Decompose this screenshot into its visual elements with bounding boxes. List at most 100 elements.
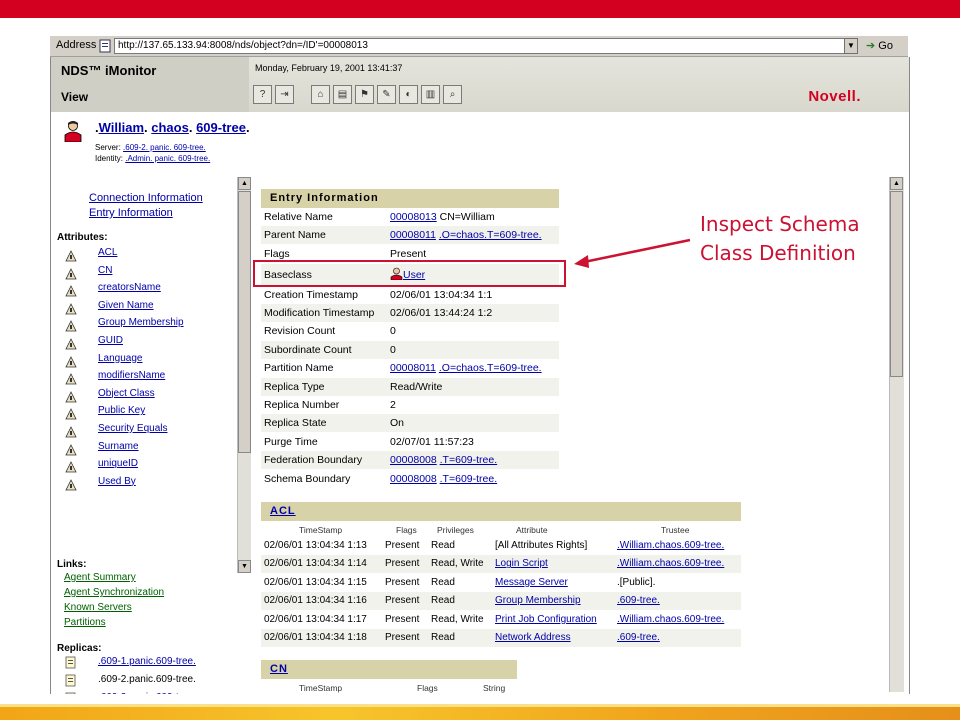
exit-icon[interactable]: ⇥ [275,85,294,104]
object-name-part-3[interactable]: 609-tree [196,120,246,135]
entry-info-link[interactable]: 00008011 [390,229,436,241]
attribute-link-1[interactable]: CN [98,265,112,276]
attribute-link-6[interactable]: Language [98,353,143,364]
nav-link-1[interactable]: Agent Synchronization [64,587,164,598]
attribute-icon [65,284,77,297]
nav-link-2[interactable]: Known Servers [64,602,132,613]
entry-info-link[interactable]: 00008011 [390,362,436,374]
entry-info-text: Present [390,247,427,260]
right-scroll-thumb[interactable] [890,191,903,377]
address-input[interactable]: http://137.65.133.94:8008/nds/object?dn=… [114,38,847,54]
cn-header-link[interactable]: CN [270,663,288,675]
attribute-icon [65,443,77,455]
address-dropdown-button[interactable]: ▼ [844,38,858,54]
nav-link-0[interactable]: Agent Summary [64,572,136,583]
replicas-heading: Replicas: [57,643,102,654]
entry-info-row: Replica State On [261,414,559,433]
entry-info-link[interactable]: 00008008 [390,473,437,485]
browser-content: NDS™ iMonitor View Monday, February 19, … [50,57,910,694]
right-scroll-up-button[interactable]: ▲ [890,177,903,190]
attribute-link-12[interactable]: uniqueID [98,458,138,469]
acl-cell-trustee[interactable]: .609-tree. [617,592,660,610]
attribute-link-13[interactable]: Used By [98,476,136,487]
attribute-icon [65,319,77,332]
entry-info-value: 0 [390,341,396,359]
attribute-link-3[interactable]: Given Name [98,300,154,311]
replica-link-2[interactable]: .609-3.panic.609-tree. [98,692,196,694]
scroll-up-button[interactable]: ▲ [238,177,251,190]
entry-info-key: Creation Timestamp [264,288,358,301]
object-name-part-2[interactable]: chaos [151,120,189,135]
acl-cell-attr[interactable]: Network Address [495,629,571,647]
reports-icon[interactable]: ▤ [333,85,352,104]
connection-information-link[interactable]: Connection Information [89,192,203,204]
product-title: NDS™ iMonitor [61,63,157,78]
identity-link[interactable]: .Admin. panic. 609-tree. [125,154,210,163]
acl-cell-attr[interactable]: Message Server [495,574,568,592]
view-label: View [61,90,89,104]
attribute-link-2[interactable]: creatorsName [98,282,161,293]
server-link[interactable]: .609-2. panic. 609-tree. [123,143,206,152]
attribute-icon [65,267,77,279]
entry-info-link-secondary[interactable]: .T=609-tree. [440,454,498,466]
left-scrollbar[interactable]: ▲ ▼ [237,177,251,573]
entry-info-link[interactable]: 00008013 [390,211,437,223]
entry-info-value: 00008008 .T=609-tree. [390,451,497,469]
scroll-down-button[interactable]: ▼ [238,560,251,573]
acl-cell-trustee[interactable]: .William.chaos.609-tree. [617,555,724,573]
scroll-thumb[interactable] [238,191,251,453]
entry-info-link-secondary[interactable]: .T=609-tree. [440,473,498,485]
object-name-part-1[interactable]: William [99,120,144,135]
go-label: Go [878,40,893,52]
entry-info-link-secondary[interactable]: .O=chaos.T=609-tree. [439,362,542,374]
attributes-heading: Attributes: [57,232,108,243]
acl-cell-attr: [All Attributes Rights] [495,540,588,551]
acl-row: 02/06/01 13:04:34 1:14 Present Read, Write… [261,555,741,574]
entry-info-row: Replica Type Read/Write [261,377,559,396]
replica-link-0[interactable]: .609-1.panic.609-tree. [98,656,196,667]
help-icon[interactable]: ? [253,85,272,104]
attribute-link-9[interactable]: Public Key [98,405,145,416]
acl-cell-attr[interactable]: Login Script [495,555,548,573]
attribute-link-8[interactable]: Object Class [98,388,155,399]
go-button[interactable]: ➔ Go [866,39,893,52]
schema-icon[interactable]: ◐ [399,85,418,104]
home-icon[interactable]: ⌂ [311,85,330,104]
trace-icon[interactable]: ⚑ [355,85,374,104]
attribute-link-11[interactable]: Surname [98,441,139,452]
entry-info-key: Modification Timestamp [264,307,375,319]
acl-cell-priv: Read [431,632,455,643]
replica-icon [65,692,77,694]
acl-header-link[interactable]: ACL [270,505,296,517]
acl-cell-trustee[interactable]: .William.chaos.609-tree. [617,537,724,555]
entry-info-link-secondary[interactable]: .O=chaos.T=609-tree. [439,229,542,241]
bottom-gold-bar [0,704,960,720]
entry-information-link[interactable]: Entry Information [89,207,173,219]
entry-info-link[interactable]: 00008008 [390,454,437,466]
search-icon[interactable]: ⌕ [443,85,462,104]
attribute-link-0[interactable]: ACL [98,247,117,258]
entry-info-value: Read/Write [390,378,442,396]
attribute-link-5[interactable]: GUID [98,335,123,346]
acl-header: ACL [261,502,741,521]
callout-line-1: Inspect Schema [700,212,860,236]
nav-link-3[interactable]: Partitions [64,617,106,628]
acl-cell-attr[interactable]: Group Membership [495,592,581,610]
acl-cell-trustee[interactable]: .609-tree. [617,629,660,647]
book-icon[interactable]: ▥ [421,85,440,104]
replica-icon [65,674,77,687]
right-scrollbar[interactable]: ▲ [889,177,904,692]
acl-cell-priv: Read [431,576,455,588]
attribute-link-10[interactable]: Security Equals [98,423,167,434]
entry-info-value: 02/07/01 11:57:23 [390,433,474,451]
acl-cell-ts: 02/06/01 13:04:34 1:15 [264,576,367,588]
entry-info-row: Parent Name 00008011 .O=chaos.T=609-tree. [261,226,559,245]
acl-cell-trustee: .[Public]. [617,576,656,588]
attribute-link-7[interactable]: modifiersName [98,370,165,381]
tools-icon[interactable]: ✎ [377,85,396,104]
acl-cell-priv: Read [431,595,455,607]
acl-row: 02/06/01 13:04:34 1:13 Present Read [All At… [261,537,741,555]
acl-cell-attr[interactable]: Print Job Configuration [495,611,597,629]
attribute-link-4[interactable]: Group Membership [98,317,184,328]
acl-cell-trustee[interactable]: .William.chaos.609-tree. [617,611,724,629]
